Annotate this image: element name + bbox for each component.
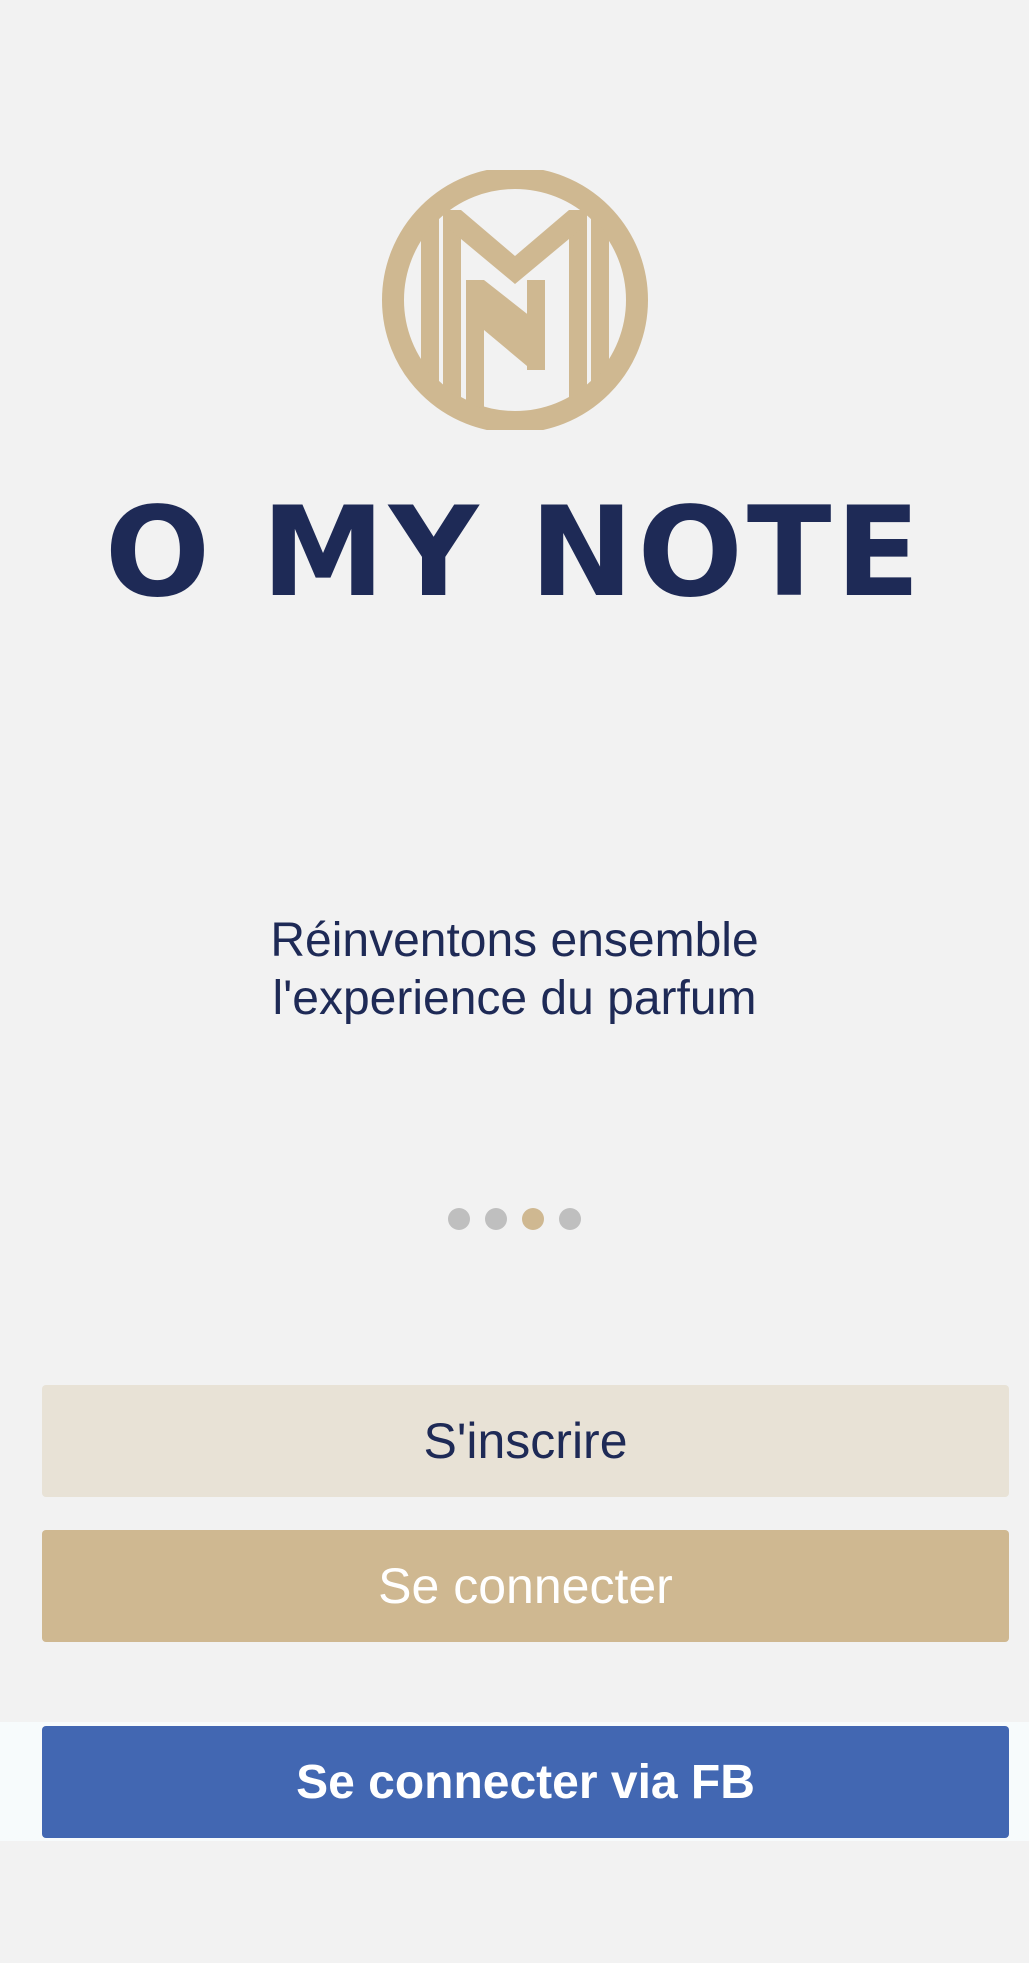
carousel-dot-1[interactable] (448, 1208, 470, 1230)
brand-name: O MY NOTE (104, 481, 925, 625)
register-button[interactable]: S'inscrire (42, 1385, 1009, 1497)
tagline: Réinventons ensemble l'experience du par… (0, 912, 1029, 1028)
tagline-line-1: Réinventons ensemble (270, 914, 759, 967)
tagline-line-2: l'experience du parfum (272, 972, 757, 1025)
carousel-dot-3-active[interactable] (522, 1208, 544, 1230)
login-button[interactable]: Se connecter (42, 1530, 1009, 1642)
login-button-label: Se connecter (378, 1558, 673, 1614)
carousel-dot-4[interactable] (559, 1208, 581, 1230)
register-button-label: S'inscrire (423, 1413, 628, 1469)
carousel-indicator (0, 1208, 1029, 1230)
facebook-login-button[interactable]: Se connecter via FB (42, 1726, 1009, 1838)
om-monogram-icon (381, 170, 648, 430)
logo (0, 170, 1029, 430)
facebook-login-button-label: Se connecter via FB (296, 1755, 755, 1809)
carousel-dot-2[interactable] (485, 1208, 507, 1230)
